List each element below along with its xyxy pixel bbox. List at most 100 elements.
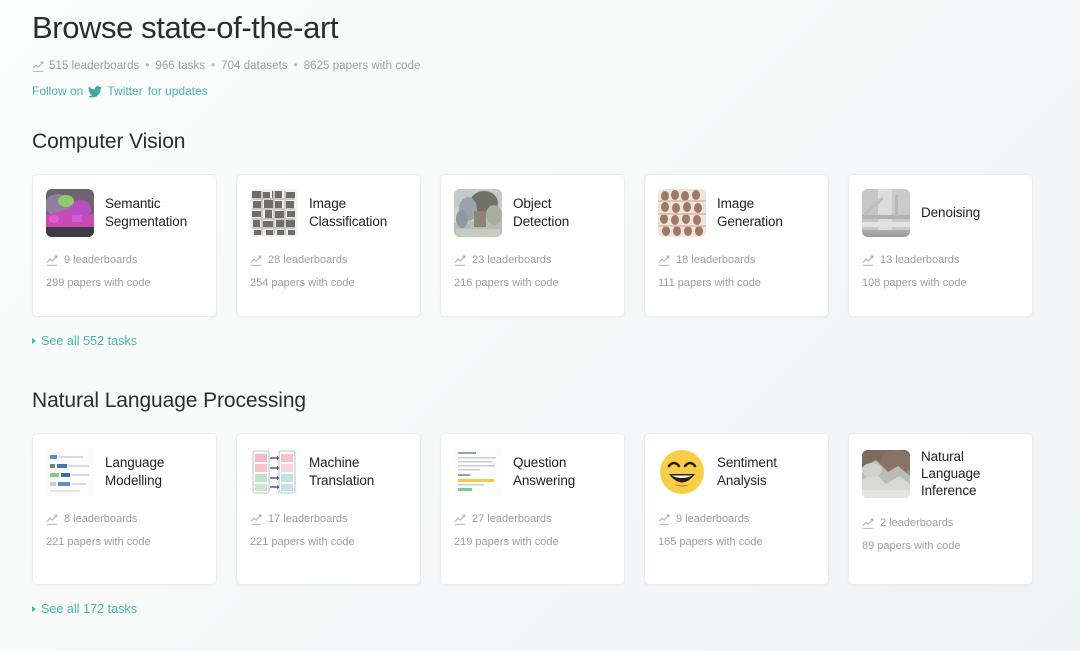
task-card-denoising[interactable]: Denoising 13 leaderboards 108 papers wit… bbox=[848, 173, 1033, 317]
chart-icon bbox=[454, 255, 466, 266]
card-head: Denoising bbox=[862, 188, 1019, 237]
task-card-language-modelling[interactable]: Language Modelling 8 leaderboards 221 pa… bbox=[32, 432, 217, 585]
see-all-label: See all 172 tasks bbox=[41, 601, 138, 616]
leaderboards-count: 9 leaderboards bbox=[64, 253, 138, 266]
chart-icon bbox=[250, 255, 262, 266]
leaderboards-count: 8 leaderboards bbox=[64, 512, 138, 525]
papers-count: 89 papers with code bbox=[862, 539, 961, 552]
section-title: Natural Language Processing bbox=[32, 388, 306, 412]
caret-right-icon bbox=[32, 605, 36, 612]
chart-icon bbox=[32, 61, 44, 72]
card-head: Semantic Segmentation bbox=[46, 188, 203, 237]
section-title: Computer Vision bbox=[32, 129, 186, 153]
card-leaderboards: 27 leaderboards bbox=[454, 513, 611, 525]
card-row: Semantic Segmentation 9 leaderboards 299… bbox=[32, 173, 1048, 317]
browse-sota-page: Browse state-of-the-art 515 leaderboards… bbox=[0, 0, 1080, 651]
follow-line: Follow on Twitter for updates bbox=[32, 84, 1048, 98]
leaderboards-count: 13 leaderboards bbox=[880, 253, 960, 266]
object-detection-thumb bbox=[454, 188, 502, 237]
stat-leaderboards: 515 leaderboards bbox=[49, 59, 140, 72]
papers-count: 254 papers with code bbox=[250, 276, 355, 289]
chart-icon bbox=[862, 518, 874, 529]
card-leaderboards: 18 leaderboards bbox=[658, 254, 815, 266]
chart-icon bbox=[658, 255, 670, 266]
chart-icon bbox=[454, 514, 466, 525]
card-head: Question Answering bbox=[454, 447, 611, 496]
task-card-image-classification[interactable]: Image Classification 28 leaderboards 254… bbox=[236, 173, 421, 317]
papers-count: 299 papers with code bbox=[46, 276, 151, 289]
card-title: Image Generation bbox=[717, 196, 783, 229]
section-natural-language-processing: Natural Language Processing Language Mod… bbox=[32, 389, 1048, 617]
task-card-sentiment-analysis[interactable]: Sentiment Analysis 9 leaderboards 165 pa… bbox=[644, 432, 829, 585]
leaderboards-count: 23 leaderboards bbox=[472, 253, 552, 266]
machine-translation-thumb bbox=[250, 447, 298, 496]
card-leaderboards: 2 leaderboards bbox=[862, 517, 1019, 529]
card-title: Question Answering bbox=[513, 455, 576, 488]
card-row: Language Modelling 8 leaderboards 221 pa… bbox=[32, 432, 1048, 585]
stat-separator: • bbox=[293, 59, 298, 72]
card-head: Sentiment Analysis bbox=[658, 447, 815, 496]
task-card-semantic-segmentation[interactable]: Semantic Segmentation 9 leaderboards 299… bbox=[32, 173, 217, 317]
leaderboards-count: 28 leaderboards bbox=[268, 253, 348, 266]
leaderboards-count: 2 leaderboards bbox=[880, 516, 954, 529]
card-leaderboards: 23 leaderboards bbox=[454, 254, 611, 266]
twitter-bird-icon bbox=[88, 85, 103, 98]
card-title: Language Modelling bbox=[105, 455, 165, 488]
stat-separator: • bbox=[145, 59, 150, 72]
card-head: Object Detection bbox=[454, 188, 611, 237]
card-head: Image Classification bbox=[250, 188, 407, 237]
leaderboards-count: 17 leaderboards bbox=[268, 512, 348, 525]
leaderboards-count: 27 leaderboards bbox=[472, 512, 552, 525]
stat-datasets: 704 datasets bbox=[221, 59, 288, 72]
card-title: Natural Language Inference bbox=[921, 448, 981, 499]
twitter-link[interactable]: Twitter bbox=[107, 84, 142, 98]
papers-count: 111 papers with code bbox=[658, 276, 761, 289]
sentiment-analysis-thumb bbox=[658, 447, 706, 496]
see-all-nlp-tasks-link[interactable]: See all 172 tasks bbox=[32, 602, 137, 616]
semantic-segmentation-thumb bbox=[46, 188, 94, 237]
leaderboards-count: 18 leaderboards bbox=[676, 253, 756, 266]
follow-prefix: Follow on bbox=[32, 83, 84, 98]
card-leaderboards: 9 leaderboards bbox=[46, 254, 203, 266]
denoising-thumb bbox=[862, 188, 910, 237]
card-head: Natural Language Inference bbox=[862, 448, 1019, 500]
chart-icon bbox=[250, 514, 262, 525]
natural-language-inference-thumb bbox=[862, 449, 910, 498]
page-title: Browse state-of-the-art bbox=[32, 10, 339, 45]
task-card-question-answering[interactable]: Question Answering 27 leaderboards 219 p… bbox=[440, 432, 625, 585]
page-header: Browse state-of-the-art 515 leaderboards… bbox=[32, 0, 1048, 98]
caret-right-icon bbox=[32, 337, 36, 344]
image-generation-thumb bbox=[658, 188, 706, 237]
papers-count: 219 papers with code bbox=[454, 535, 559, 548]
card-head: Machine Translation bbox=[250, 447, 407, 496]
papers-count: 221 papers with code bbox=[46, 535, 151, 548]
card-head: Image Generation bbox=[658, 188, 815, 237]
card-head: Language Modelling bbox=[46, 447, 203, 496]
follow-suffix: for updates bbox=[147, 83, 208, 98]
stat-tasks: 966 tasks bbox=[155, 59, 206, 72]
task-card-machine-translation[interactable]: Machine Translation 17 leaderboards 221 … bbox=[236, 432, 421, 585]
language-modelling-thumb bbox=[46, 447, 94, 496]
task-card-image-generation[interactable]: Image Generation 18 leaderboards 111 pap… bbox=[644, 173, 829, 317]
card-leaderboards: 28 leaderboards bbox=[250, 254, 407, 266]
card-leaderboards: 13 leaderboards bbox=[862, 254, 1019, 266]
papers-count: 108 papers with code bbox=[862, 276, 967, 289]
card-leaderboards: 17 leaderboards bbox=[250, 513, 407, 525]
card-title: Semantic Segmentation bbox=[105, 196, 188, 229]
chart-icon bbox=[46, 514, 58, 525]
card-title: Machine Translation bbox=[309, 455, 375, 488]
see-all-label: See all 552 tasks bbox=[41, 333, 138, 348]
task-card-object-detection[interactable]: Object Detection 23 leaderboards 216 pap… bbox=[440, 173, 625, 317]
task-card-natural-language-inference[interactable]: Natural Language Inference 2 leaderboard… bbox=[848, 432, 1033, 585]
card-title: Denoising bbox=[921, 205, 981, 221]
card-title: Image Classification bbox=[309, 196, 388, 229]
stats-line: 515 leaderboards • 966 tasks • 704 datas… bbox=[32, 60, 1048, 72]
chart-icon bbox=[46, 255, 58, 266]
papers-count: 216 papers with code bbox=[454, 276, 559, 289]
card-leaderboards: 8 leaderboards bbox=[46, 513, 203, 525]
card-leaderboards: 9 leaderboards bbox=[658, 513, 815, 525]
card-title: Sentiment Analysis bbox=[717, 455, 777, 488]
card-title: Object Detection bbox=[513, 196, 570, 229]
see-all-cv-tasks-link[interactable]: See all 552 tasks bbox=[32, 334, 137, 348]
leaderboards-count: 9 leaderboards bbox=[676, 512, 750, 525]
